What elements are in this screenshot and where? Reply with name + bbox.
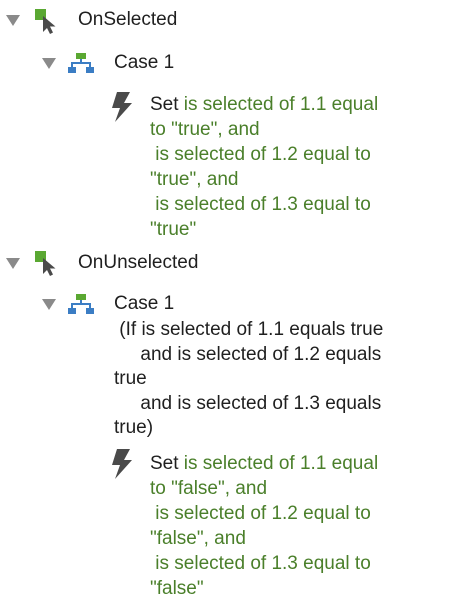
lightning-icon <box>112 449 132 479</box>
case-tree-icon <box>68 294 94 314</box>
action-text[interactable]: Set is selected of 1.1 equal to "false",… <box>150 451 378 601</box>
action-line: is selected of 1.3 equal to <box>150 553 371 574</box>
action-line: "true", and <box>150 169 239 190</box>
action-line: to "false", and <box>150 478 268 499</box>
action-line: "true" <box>150 219 197 240</box>
condition-line: (If is selected of 1.1 equals true <box>114 319 384 340</box>
condition-line: and is selected of 1.2 equals <box>114 343 382 365</box>
lightning-icon <box>112 92 132 122</box>
disclosure-triangle-icon[interactable] <box>6 15 20 26</box>
event-name[interactable]: OnSelected <box>78 8 177 32</box>
case-tree-icon <box>68 53 94 73</box>
action-line: "false" <box>150 578 204 599</box>
action-verb: Set <box>150 453 179 474</box>
action-verb: Set <box>150 94 179 115</box>
action-line: is selected of 1.1 equal <box>178 94 379 115</box>
case-label[interactable]: Case 1 <box>114 51 174 75</box>
disclosure-triangle-icon[interactable] <box>6 258 20 269</box>
action-line: to "true", and <box>150 119 260 140</box>
condition-line: and is selected of 1.3 equals <box>114 392 382 414</box>
action-line: is selected of 1.2 equal to <box>150 144 371 165</box>
case-condition: (If is selected of 1.1 equals true and i… <box>114 318 383 441</box>
condition-line: true <box>114 368 147 389</box>
condition-line: true) <box>114 417 154 438</box>
action-text[interactable]: Set is selected of 1.1 equal to "true", … <box>150 92 378 242</box>
action-line: is selected of 1.2 equal to <box>150 503 371 524</box>
action-line: "false", and <box>150 528 246 549</box>
disclosure-triangle-icon[interactable] <box>42 299 56 310</box>
event-name[interactable]: OnUnselected <box>78 251 198 275</box>
event-cursor-icon <box>35 251 56 276</box>
case-label[interactable]: Case 1 <box>114 292 174 316</box>
action-line: is selected of 1.1 equal <box>178 453 379 474</box>
action-line: is selected of 1.3 equal to <box>150 194 371 215</box>
event-cursor-icon <box>35 9 56 34</box>
disclosure-triangle-icon[interactable] <box>42 58 56 69</box>
